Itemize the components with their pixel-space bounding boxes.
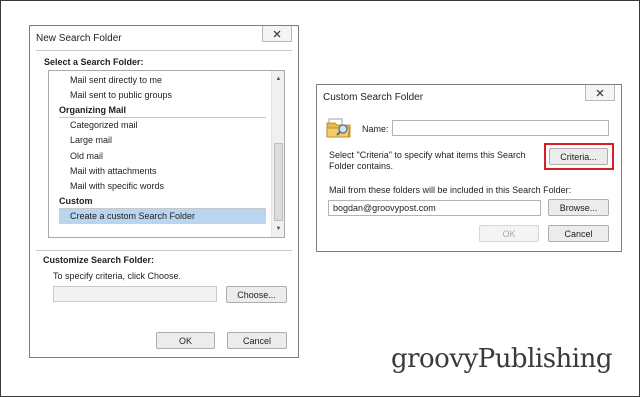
list-item-label: Create a custom Search Folder xyxy=(70,210,196,221)
top-divider xyxy=(36,50,292,51)
ok-button[interactable]: OK xyxy=(479,225,539,242)
list-item[interactable]: Old mail xyxy=(49,149,272,164)
close-icon xyxy=(596,89,604,96)
ok-button[interactable]: OK xyxy=(156,332,215,349)
choose-button[interactable]: Choose... xyxy=(226,286,287,303)
list-item[interactable]: Mail sent directly to me xyxy=(49,73,272,88)
select-folder-heading: Select a Search Folder: xyxy=(44,57,144,67)
close-icon xyxy=(273,30,281,37)
customize-divider xyxy=(36,250,292,251)
list-item[interactable]: Mail sent to public groups xyxy=(49,88,272,103)
watermark: groovyPublishing xyxy=(390,344,613,374)
dialog-title: Custom Search Folder xyxy=(323,92,424,103)
list-item-label: Mail sent directly to me xyxy=(70,75,163,85)
list-item-label: Categorized mail xyxy=(70,120,138,131)
scroll-thumb[interactable] xyxy=(274,143,283,221)
name-field[interactable] xyxy=(392,120,609,136)
close-button[interactable] xyxy=(262,26,292,42)
list-item[interactable]: Categorized mail xyxy=(49,118,272,133)
new-search-folder-titlebar[interactable]: New Search Folder xyxy=(30,26,298,50)
list-item-label: Mail with attachments xyxy=(70,165,157,176)
scroll-down-icon[interactable]: ▼ xyxy=(272,223,284,235)
list-item[interactable]: Mail with specific words xyxy=(49,179,272,194)
folders-field: bogdan@groovypost.com xyxy=(328,200,541,216)
list-scrollbar[interactable]: ▲ ▼ xyxy=(271,71,284,237)
list-item[interactable]: Create a custom Search Folder xyxy=(59,208,266,224)
list-item[interactable]: Large mail xyxy=(49,133,272,148)
list-item-label: Mail sent to public groups xyxy=(70,90,173,101)
custom-search-folder-titlebar[interactable]: Custom Search Folder xyxy=(317,85,621,109)
list-item-label: Mail with specific words xyxy=(70,180,165,191)
close-button[interactable] xyxy=(585,85,615,101)
cancel-button[interactable]: Cancel xyxy=(227,332,287,349)
search-folder-list[interactable]: Mail sent directly to me Mail sent to pub… xyxy=(48,70,285,238)
scroll-up-icon[interactable]: ▲ xyxy=(272,73,284,85)
criteria-field xyxy=(53,286,217,302)
list-group-header: Custom xyxy=(49,194,272,209)
browse-button[interactable]: Browse... xyxy=(548,199,609,216)
criteria-highlight xyxy=(544,143,614,170)
criteria-description: Select "Criteria" to specify what items … xyxy=(329,150,526,171)
list-item-label: Custom xyxy=(59,195,93,206)
list-item[interactable]: Mail with attachments xyxy=(49,164,272,179)
folders-description: Mail from these folders will be included… xyxy=(329,185,572,195)
customize-hint: To specify criteria, click Choose. xyxy=(53,271,182,281)
list-item-label: Large mail xyxy=(70,135,113,146)
name-label: Name: xyxy=(362,124,389,134)
list-item-label: Old mail xyxy=(70,150,104,161)
dialog-title: New Search Folder xyxy=(36,33,122,44)
list-item-label: Organizing Mail xyxy=(59,105,127,116)
customize-heading: Customize Search Folder: xyxy=(43,255,155,265)
cancel-button[interactable]: Cancel xyxy=(548,225,609,242)
search-folder-icon xyxy=(326,118,351,138)
list-group-header: Organizing Mail xyxy=(49,103,272,119)
